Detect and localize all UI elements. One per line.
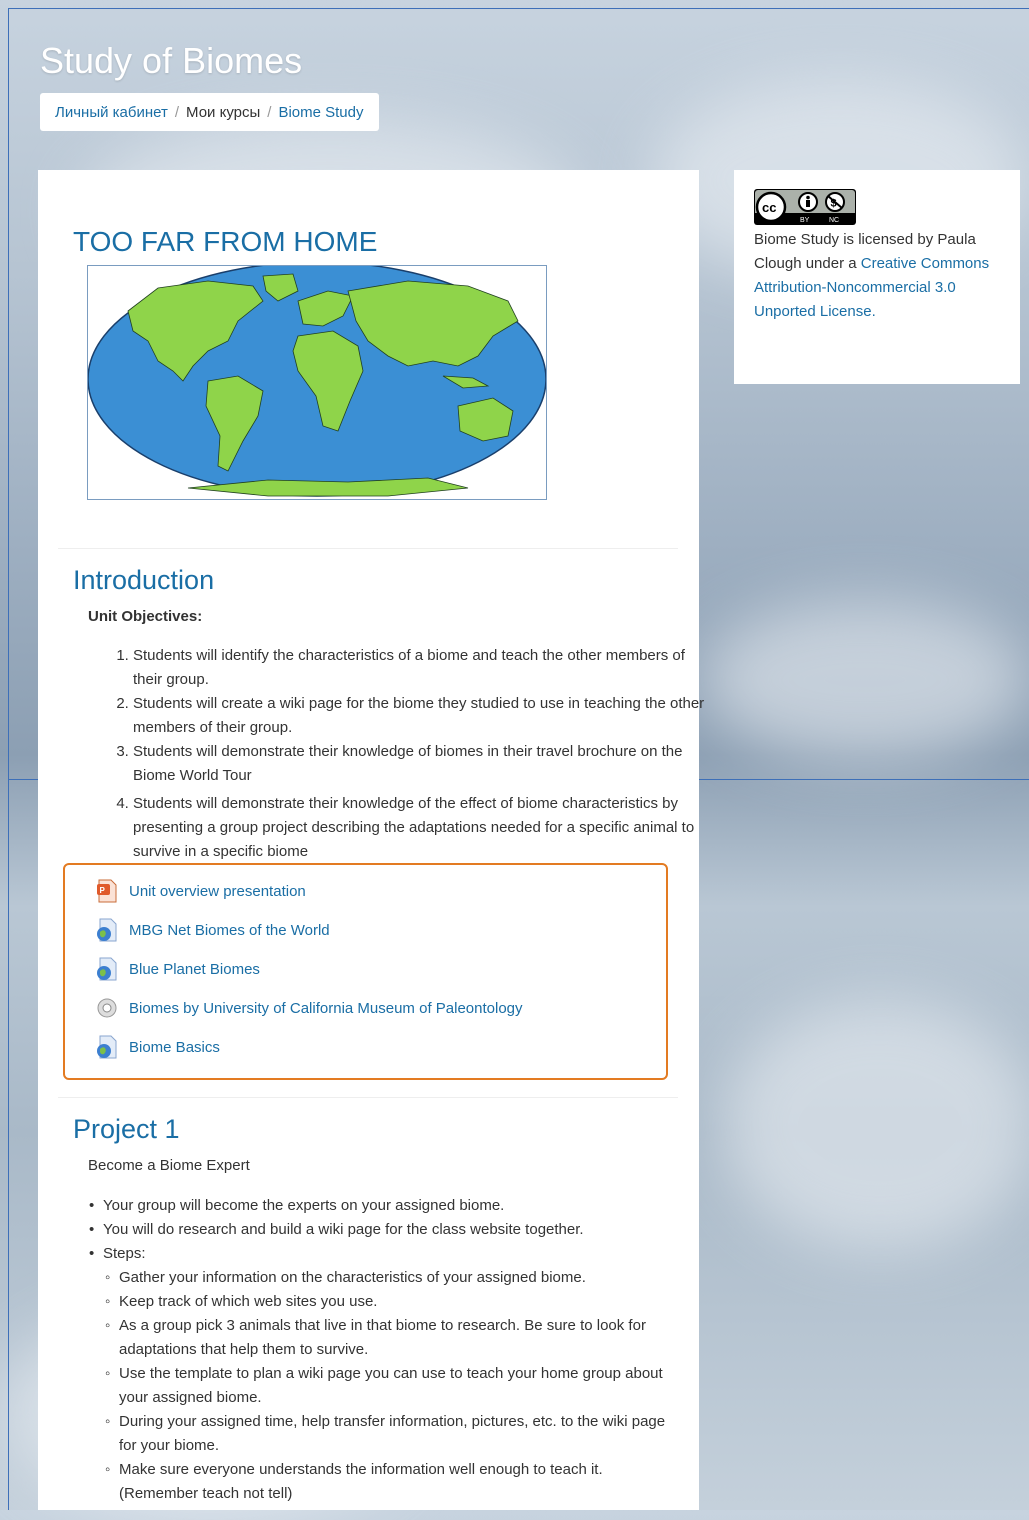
list-item: Students will demonstrate their knowledg… [133,792,713,864]
resource-link[interactable]: MBG Net Biomes of the World [129,922,330,939]
list-item: Students will identify the characteristi… [133,644,713,692]
resource-link-row[interactable]: MBG Net Biomes of the World [96,918,330,942]
breadcrumb-dashboard[interactable]: Личный кабинет [55,104,168,121]
list-item: Students will demonstrate their knowledg… [133,740,713,788]
screenshot-frame-top [8,8,1029,9]
objectives-list: Students will identify the characteristi… [88,644,713,864]
list-item: Use the template to plan a wiki page you… [119,1362,683,1410]
powerpoint-icon: P [96,879,118,903]
list-item: Keep track of which web sites you use. [119,1290,683,1314]
resource-link-row[interactable]: Biomes by University of California Museu… [96,996,523,1020]
list-item: During your assigned time, help transfer… [119,1410,683,1458]
license-block: cc $ BY NC Biome Study is licensed by Pa… [734,170,1020,384]
resources-box: P Unit overview presentation MBG Net Bio… [63,863,668,1080]
site-title: Study of Biomes [40,40,303,81]
steps-sublist: Gather your information on the character… [103,1266,683,1506]
list-item: Gather your information on the character… [119,1266,683,1290]
resource-link-row[interactable]: P Unit overview presentation [96,879,306,903]
list-item: Your group will become the experts on yo… [103,1194,683,1218]
resource-link-row[interactable]: Biome Basics [96,1035,220,1059]
breadcrumb-course[interactable]: Biome Study [278,104,363,121]
globe-icon [96,957,118,981]
project-subtitle: Become a Biome Expert [88,1157,250,1174]
banner-title: TOO FAR FROM HOME [73,226,378,257]
project-heading: Project 1 [73,1114,180,1144]
resource-link-row[interactable]: Blue Planet Biomes [96,957,260,981]
world-map-image [87,265,547,500]
globe-icon [96,918,118,942]
svg-text:BY: BY [800,217,810,224]
breadcrumb-my-courses[interactable]: Мои курсы [186,104,260,121]
resource-link[interactable]: Blue Planet Biomes [129,961,260,978]
unit-objectives-label: Unit Objectives: [88,608,203,625]
globe-icon [96,1035,118,1059]
resource-link[interactable]: Unit overview presentation [129,883,306,900]
license-text: Biome Study is licensed by Paula Clough … [754,228,1004,324]
project-bullets: Your group will become the experts on yo… [88,1194,683,1506]
steps-label: Steps: [103,1245,146,1262]
section-divider [58,1097,678,1098]
list-item: You will do research and build a wiki pa… [103,1218,683,1242]
svg-text:NC: NC [829,217,839,224]
course-content: TOO FAR FROM HOME Introduction Unit Obje [38,170,704,1510]
breadcrumb-separator: / [267,103,272,121]
breadcrumb-separator: / [174,103,180,121]
list-item: Steps: Gather your information on the ch… [103,1242,683,1506]
resource-link[interactable]: Biome Basics [129,1039,220,1056]
introduction-heading: Introduction [73,565,215,595]
gear-icon [96,996,118,1020]
breadcrumb: Личный кабинет / Мои курсы / Biome Study [40,93,379,131]
screenshot-frame-left [8,8,9,1510]
cc-license-badge[interactable]: cc $ BY NC [754,189,856,225]
resource-link[interactable]: Biomes by University of California Museu… [129,1000,523,1017]
svg-text:cc: cc [762,200,776,215]
list-item: As a group pick 3 animals that live in t… [119,1314,683,1362]
list-item: Make sure everyone understands the infor… [119,1458,683,1506]
svg-text:P: P [100,886,106,895]
list-item: Students will create a wiki page for the… [133,692,713,740]
section-divider [58,548,678,549]
